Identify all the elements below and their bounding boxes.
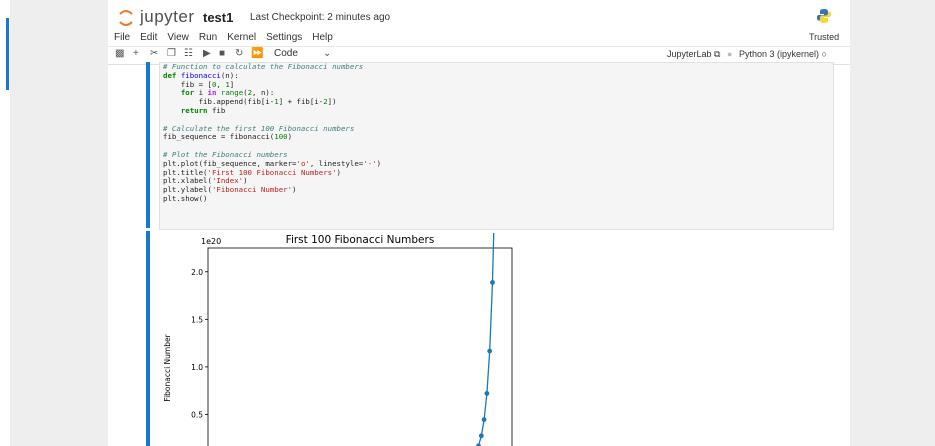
menu-view[interactable]: View	[166, 32, 190, 43]
data-point	[484, 391, 490, 396]
data-point	[481, 417, 487, 423]
data-point	[490, 280, 495, 285]
menu-file[interactable]: File	[113, 32, 131, 43]
save-icon[interactable]: ▩	[115, 48, 124, 59]
active-indicator	[6, 18, 9, 90]
jupyter-logo-icon	[119, 10, 133, 26]
menu-run[interactable]: Run	[198, 32, 218, 43]
external-link-icon: ⧉	[714, 49, 721, 59]
code-line: plt.title('First 100 Fibonacci Numbers')	[163, 167, 341, 177]
y-tick-label: 1.0	[191, 363, 203, 372]
code-line: return fib	[180, 105, 226, 115]
menu-bar: File Edit View Run Kernel Settings Help	[113, 32, 334, 43]
python-logo-icon	[817, 9, 831, 23]
checkpoint-status: Last Checkpoint: 2 minutes ago	[250, 12, 391, 23]
menu-edit[interactable]: Edit	[139, 32, 158, 43]
add-cell-icon[interactable]: +	[133, 48, 139, 59]
axes-frame	[207, 247, 513, 446]
y-tick-label: 1.5	[191, 315, 203, 324]
dot-icon: ●	[727, 49, 733, 59]
cut-icon[interactable]: ✂	[150, 48, 158, 59]
menu-settings[interactable]: Settings	[265, 32, 303, 43]
kernel-name[interactable]: Python 3 (ipykernel)	[739, 49, 819, 59]
data-point	[487, 348, 493, 354]
jupyter-brand[interactable]: jupyter	[140, 7, 195, 27]
y-tick-label: 2.0	[191, 268, 203, 277]
code-line: # Function to calculate the Fibonacci nu…	[163, 62, 364, 71]
code-line: plt.ylabel('Fibonacci Number')	[163, 185, 297, 195]
paste-icon[interactable]: ☷	[184, 48, 193, 59]
code-cell-indicator	[146, 62, 150, 228]
code-line: fib.append(fib[i-1] + fib[i-2])	[163, 97, 337, 107]
y-multiplier: 1e20	[201, 237, 221, 246]
code-line: plt.show()	[163, 193, 208, 203]
run-icon[interactable]: ▶	[203, 48, 211, 59]
menu-kernel[interactable]: Kernel	[226, 32, 257, 43]
jupyterlab-link[interactable]: JupyterLab	[667, 49, 712, 59]
fibonacci-chart: First 100 Fibonacci Numbers1e200.00.51.0…	[163, 233, 513, 446]
trusted-indicator[interactable]: Trusted	[809, 32, 839, 42]
code-line: fib_sequence = fibonacci(100)	[163, 132, 293, 142]
chevron-down-icon[interactable]: ⌄	[323, 48, 331, 59]
fast-forward-icon[interactable]: ⏩	[251, 48, 263, 59]
notebook-name[interactable]: test1	[203, 10, 233, 25]
y-axis-label: Fibonacci Number	[163, 333, 172, 401]
restart-icon[interactable]: ↻	[235, 48, 243, 59]
code-line: def fibonacci(n):	[163, 70, 239, 80]
kernel-info: JupyterLab ⧉ ● Python 3 (ipykernel) ○	[667, 49, 827, 60]
output-cell-indicator	[146, 231, 150, 446]
y-tick-label: 0.5	[191, 410, 203, 419]
copy-icon[interactable]: ❐	[167, 48, 176, 59]
kernel-status-icon: ○	[821, 49, 827, 59]
menu-help[interactable]: Help	[311, 32, 334, 43]
chart-title: First 100 Fibonacci Numbers	[286, 234, 435, 246]
code-editor[interactable]: # Function to calculate the Fibonacci nu…	[159, 62, 834, 230]
data-point	[478, 433, 484, 439]
cell-type-select[interactable]: Code	[274, 48, 298, 59]
stop-icon[interactable]: ■	[219, 48, 225, 59]
